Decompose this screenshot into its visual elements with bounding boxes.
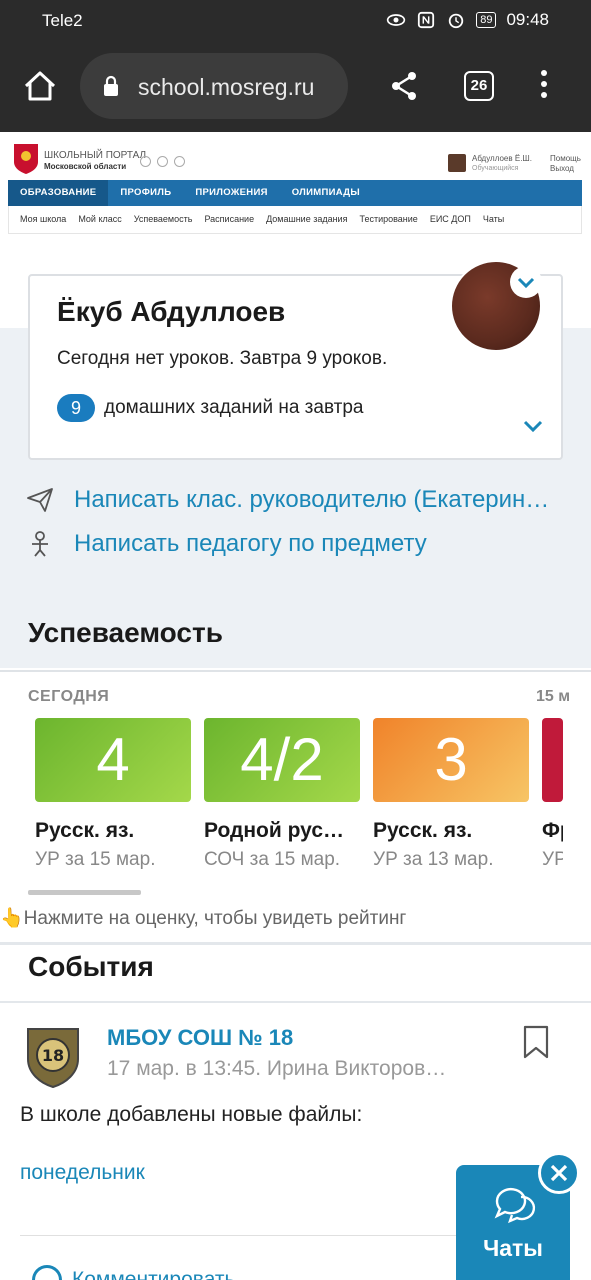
grade-tile[interactable]: 4 (35, 718, 191, 802)
grade-detail: УР (542, 849, 563, 870)
chat-bubbles-icon (494, 1187, 536, 1224)
grades-scroll-indicator[interactable] (28, 890, 141, 895)
tabs-button[interactable]: 26 (464, 71, 494, 101)
user-icon[interactable] (140, 156, 151, 167)
close-icon (550, 1164, 568, 1182)
avatar-switch-button[interactable] (510, 266, 542, 298)
event-file-link[interactable]: понедельник (20, 1161, 145, 1185)
teacher-icon (32, 531, 48, 557)
browser-toolbar: school.mosreg.ru 26 (0, 42, 591, 132)
homework-summary[interactable]: 9 домашних заданий на завтра (57, 394, 363, 422)
grade-subject: Фр (542, 819, 563, 842)
grades-section: СЕГОДНЯ 15 м 4 Русск. яз. УР за 15 мар. … (0, 670, 591, 942)
subnav-homework[interactable]: Домашние задания (266, 206, 347, 233)
battery-icon: 89 (476, 12, 497, 28)
grade-subject: Русск. яз. (373, 819, 473, 842)
comment-icon (32, 1265, 62, 1280)
clock: 09:48 (506, 10, 549, 29)
rating-hint: 👆Нажмите на оценку, чтобы увидеть рейтин… (0, 906, 406, 930)
grade-subject: Родной рус… (204, 819, 345, 842)
homework-label: домашних заданий на завтра (104, 397, 364, 418)
globe-icon[interactable] (174, 156, 185, 167)
pointing-hand-icon: 👆 (0, 908, 24, 929)
portal-user-avatar (448, 154, 466, 172)
portal-user-name: Абдуллоев Ё.Ш. (472, 154, 532, 163)
lessons-info: Сегодня нет уроков. Завтра 9 уроков. (57, 348, 388, 369)
grade-subject: Русск. яз. (35, 819, 135, 842)
eye-icon (387, 14, 406, 26)
subnav-testing[interactable]: Тестирование (359, 206, 417, 233)
write-subject-teacher-link[interactable]: Написать педагогу по предмету (26, 530, 427, 558)
write-class-teacher-label: Написать клас. руководителю (Екатерин… (74, 486, 550, 513)
write-class-teacher-link[interactable]: Написать клас. руководителю (Екатерин… (26, 486, 549, 514)
progress-title: Успеваемость (28, 617, 223, 648)
portal-sub-nav: Моя школа Мой класс Успеваемость Расписа… (8, 206, 582, 234)
next-date-label: 15 м (536, 688, 571, 705)
subnav-chats[interactable]: Чаты (483, 206, 504, 233)
today-label: СЕГОДНЯ (28, 688, 110, 705)
grade-detail: СОЧ за 15 мар. (204, 849, 341, 870)
portal-header: ШКОЛЬНЫЙ ПОРТАЛ Московской области Абдул… (0, 132, 591, 252)
logout-link[interactable]: Выход (550, 164, 581, 174)
event-meta: 17 мар. в 13:45. Ирина Викторов… (107, 1057, 447, 1080)
divider (0, 1001, 591, 1003)
student-name: Ёкуб Абдуллоев (57, 296, 286, 327)
comment-label: Комментировать (72, 1268, 236, 1280)
grade-detail: УР за 13 мар. (373, 849, 494, 870)
nav-apps[interactable]: ПРИЛОЖЕНИЯ (183, 180, 279, 206)
close-chat-button[interactable] (538, 1152, 580, 1194)
chevron-down-icon (517, 277, 535, 289)
school-emblem-icon[interactable]: 18 (20, 1023, 86, 1089)
alarm-icon (449, 13, 464, 29)
portal-quick-icons (140, 156, 185, 167)
nav-olympiads[interactable]: ОЛИМПИАДЫ (280, 180, 372, 206)
status-bar: Tele2 89 09:48 (0, 0, 591, 42)
subnav-my-class[interactable]: Мой класс (78, 206, 121, 233)
chevron-down-icon[interactable] (522, 418, 544, 434)
address-bar[interactable]: school.mosreg.ru (80, 53, 348, 119)
portal-help-links: Помощь Выход (550, 154, 581, 174)
subnav-my-school[interactable]: Моя школа (20, 206, 66, 233)
share-icon[interactable] (388, 70, 420, 102)
nfc-icon (418, 11, 435, 29)
comment-button[interactable]: Комментировать (32, 1265, 235, 1280)
help-link[interactable]: Помощь (550, 154, 581, 164)
nav-profile[interactable]: ПРОФИЛЬ (108, 180, 183, 206)
portal-title[interactable]: ШКОЛЬНЫЙ ПОРТАЛ Московской области (44, 150, 146, 172)
nav-education[interactable]: ОБРАЗОВАНИЕ (8, 180, 109, 206)
chats-label: Чаты (483, 1235, 543, 1261)
portal-main-nav: ОБРАЗОВАНИЕ ПРОФИЛЬ ПРИЛОЖЕНИЯ ОЛИМПИАДЫ (8, 180, 582, 206)
home-icon[interactable] (22, 68, 58, 104)
svg-text:18: 18 (42, 1046, 64, 1065)
grade-tile[interactable]: 4/2 (204, 718, 360, 802)
status-icons: 89 09:48 (386, 10, 549, 30)
grade-tile[interactable]: 3 (373, 718, 529, 802)
bookmark-icon[interactable] (522, 1025, 550, 1059)
divider (20, 1235, 470, 1236)
url-text: school.mosreg.ru (138, 74, 315, 100)
more-menu-icon[interactable] (540, 70, 548, 102)
portal-title-main: ШКОЛЬНЫЙ ПОРТАЛ (44, 150, 147, 161)
write-subject-teacher-label: Написать педагогу по предмету (74, 530, 427, 557)
moscow-region-coat-of-arms-icon (14, 144, 38, 174)
lock-icon (104, 75, 118, 96)
event-text: В школе добавлены новые файлы: (20, 1103, 363, 1126)
portal-user[interactable]: Абдуллоев Ё.Ш. Обучающийся (448, 154, 532, 174)
subnav-eis-dop[interactable]: ЕИС ДОП (430, 206, 471, 233)
bell-icon[interactable] (157, 156, 168, 167)
rating-hint-text: Нажмите на оценку, чтобы увидеть рейтинг (23, 908, 407, 929)
subnav-progress[interactable]: Успеваемость (134, 206, 193, 233)
portal-title-region: Московской области (44, 162, 127, 171)
carrier-label: Tele2 (42, 11, 83, 30)
grade-tile[interactable] (542, 718, 563, 802)
homework-count-badge: 9 (57, 394, 95, 422)
grade-detail: УР за 15 мар. (35, 849, 156, 870)
paper-plane-icon (27, 488, 53, 512)
event-school-name[interactable]: МБОУ СОШ № 18 (107, 1025, 293, 1051)
subnav-schedule[interactable]: Расписание (204, 206, 254, 233)
portal-user-role: Обучающийся (472, 165, 519, 172)
events-title: События (28, 951, 154, 982)
